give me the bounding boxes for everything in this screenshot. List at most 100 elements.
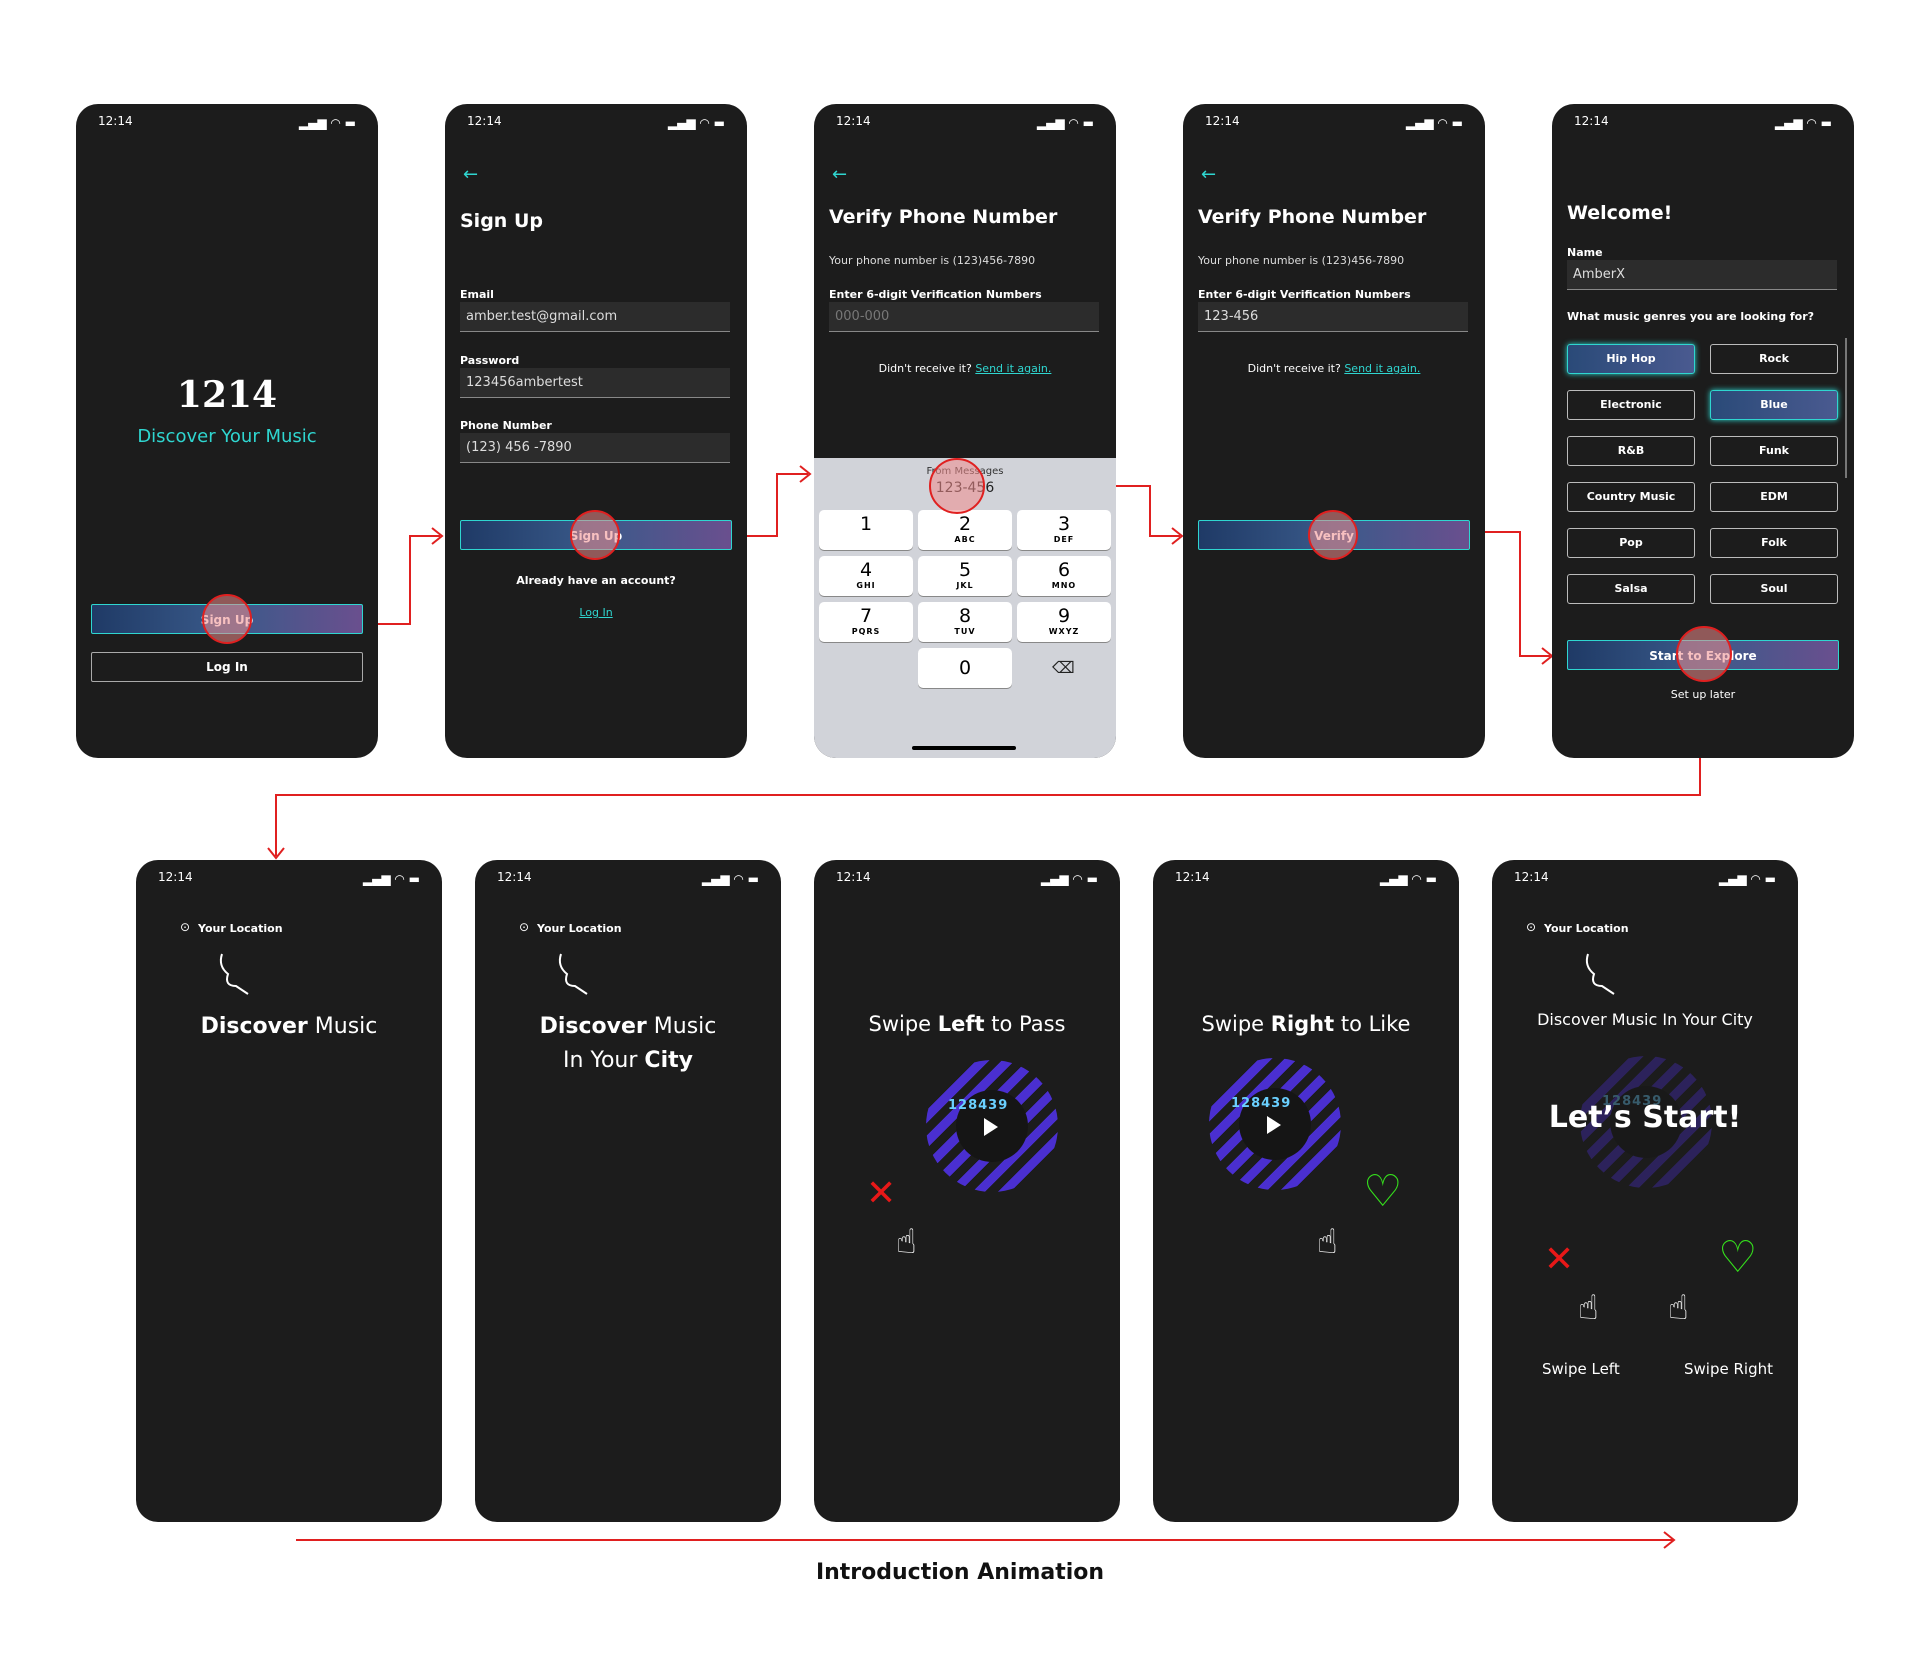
status-bar: 12:14 ▂▄▆ ◠ ▬ bbox=[1205, 114, 1463, 130]
genre-folk[interactable]: Folk bbox=[1710, 528, 1838, 558]
app-logo: 1214 bbox=[176, 374, 278, 416]
headline: Let’s Start! bbox=[1548, 1100, 1742, 1135]
genre-salsa[interactable]: Salsa bbox=[1567, 574, 1695, 604]
back-arrow-icon[interactable]: ← bbox=[832, 164, 847, 185]
headline-bold: Discover bbox=[200, 1014, 308, 1039]
signal-wifi-battery-icon: ▂▄▆ ◠ ▬ bbox=[298, 116, 356, 130]
location-label: Your Location bbox=[1544, 922, 1629, 935]
key-7[interactable]: 7 PQRS bbox=[819, 602, 913, 642]
location-line-icon bbox=[558, 953, 588, 995]
screen-verify-filled: 12:14 ▂▄▆ ◠ ▬ ← Verify Phone Number Your… bbox=[1183, 104, 1485, 758]
genre-blue[interactable]: Blue bbox=[1710, 390, 1838, 420]
have-account-text: Already have an account? bbox=[516, 574, 676, 587]
signal-wifi-battery-icon: ▂▄▆ ◠ ▬ bbox=[1774, 116, 1832, 130]
signal-wifi-battery-icon: ▂▄▆ ◠ ▬ bbox=[1036, 116, 1094, 130]
like-heart-icon: ♡ bbox=[1718, 1232, 1758, 1283]
phone-text: Your phone number is (123)456-7890 bbox=[829, 254, 1036, 267]
email-field[interactable]: amber.test@gmail.com bbox=[460, 302, 730, 332]
send-again-link[interactable]: Send it again. bbox=[1344, 362, 1420, 375]
location-label: Your Location bbox=[537, 922, 622, 935]
tap-indicator bbox=[1308, 510, 1358, 560]
status-bar: 12:14 ▂▄▆ ◠ ▬ bbox=[497, 870, 759, 886]
key-0[interactable]: 0 bbox=[918, 648, 1012, 688]
genre-funk[interactable]: Funk bbox=[1710, 436, 1838, 466]
headline-bold: Discover bbox=[539, 1014, 647, 1039]
headline-rest: Music bbox=[646, 1014, 717, 1039]
status-bar: 12:14 ▂▄▆ ◠ ▬ bbox=[836, 114, 1094, 130]
pass-x-icon: ✕ bbox=[866, 1173, 897, 1214]
location-pin-icon: ⊙ bbox=[180, 920, 191, 934]
page-title: Welcome! bbox=[1567, 202, 1673, 224]
phone-field[interactable]: (123) 456 -7890 bbox=[460, 433, 730, 463]
play-icon bbox=[1267, 1116, 1281, 1134]
didnt-receive-text: Didn't receive it? bbox=[878, 362, 972, 375]
phone-text: Your phone number is (123)456-7890 bbox=[1198, 254, 1405, 267]
signal-wifi-battery-icon: ▂▄▆ ◠ ▬ bbox=[1405, 116, 1463, 130]
genre-edm[interactable]: EDM bbox=[1710, 482, 1838, 512]
login-link[interactable]: Log In bbox=[579, 606, 612, 619]
password-field[interactable]: 123456ambertest bbox=[460, 368, 730, 398]
genre-country-music[interactable]: Country Music bbox=[1567, 482, 1695, 512]
location-label: Your Location bbox=[198, 922, 283, 935]
signal-wifi-battery-icon: ▂▄▆ ◠ ▬ bbox=[1379, 872, 1437, 886]
email-label: Email bbox=[460, 288, 494, 301]
key-2[interactable]: 2 ABC bbox=[918, 510, 1012, 550]
status-bar: 12:14 ▂▄▆ ◠ ▬ bbox=[1574, 114, 1832, 130]
key-9[interactable]: 9 WXYZ bbox=[1017, 602, 1111, 642]
back-arrow-icon[interactable]: ← bbox=[463, 164, 478, 185]
status-bar: 12:14 ▂▄▆ ◠ ▬ bbox=[158, 870, 420, 886]
screen-landing: 12:14 ▂▄▆ ◠ ▬ 1214 Discover Your Music S… bbox=[76, 104, 378, 758]
status-bar: 12:14 ▂▄▆ ◠ ▬ bbox=[98, 114, 356, 130]
key-1[interactable]: 1 bbox=[819, 510, 913, 550]
genre-hip-hop[interactable]: Hip Hop bbox=[1567, 344, 1695, 374]
genre-rnb[interactable]: R&B bbox=[1567, 436, 1695, 466]
login-button[interactable]: Log In bbox=[91, 652, 363, 682]
caption: Introduction Animation bbox=[815, 1560, 1105, 1585]
name-field[interactable]: AmberX bbox=[1567, 260, 1837, 290]
location-line-icon bbox=[219, 953, 249, 995]
code-field[interactable]: 123-456 bbox=[1198, 302, 1468, 332]
send-again-link[interactable]: Send it again. bbox=[975, 362, 1051, 375]
backspace-icon[interactable]: ⌫ bbox=[1052, 658, 1075, 677]
screen-welcome: 12:14 ▂▄▆ ◠ ▬ Welcome! Name AmberX What … bbox=[1552, 104, 1854, 758]
code-label: Enter 6-digit Verification Numbers bbox=[1198, 288, 1411, 301]
key-8[interactable]: 8 TUV bbox=[918, 602, 1012, 642]
page-title: Sign Up bbox=[460, 210, 543, 232]
screen-intro-1: 12:14 ▂▄▆ ◠ ▬ ⊙ Your Location Discover M… bbox=[136, 860, 442, 1522]
swipe-right-label: Swipe Right bbox=[1684, 1360, 1773, 1378]
setup-later-link[interactable]: Set up later bbox=[1552, 688, 1854, 701]
genre-soul[interactable]: Soul bbox=[1710, 574, 1838, 604]
disc-number: 128439 bbox=[1231, 1096, 1292, 1111]
key-3[interactable]: 3 DEF bbox=[1017, 510, 1111, 550]
swipe-hand-icon: ☝ bbox=[1317, 1222, 1338, 1262]
key-5[interactable]: 5 JKL bbox=[918, 556, 1012, 596]
code-field[interactable]: 000-000 bbox=[829, 302, 1099, 332]
signal-wifi-battery-icon: ▂▄▆ ◠ ▬ bbox=[667, 116, 725, 130]
genre-pop[interactable]: Pop bbox=[1567, 528, 1695, 558]
location-pin-icon: ⊙ bbox=[519, 920, 530, 934]
swipe-left-label: Swipe Left bbox=[1542, 1360, 1620, 1378]
signal-wifi-battery-icon: ▂▄▆ ◠ ▬ bbox=[701, 872, 759, 886]
headline-city: City bbox=[644, 1048, 693, 1073]
tap-indicator bbox=[570, 510, 620, 560]
genres-question: What music genres you are looking for? bbox=[1567, 310, 1815, 323]
status-bar: 12:14 ▂▄▆ ◠ ▬ bbox=[1514, 870, 1776, 886]
location-line-icon bbox=[1585, 953, 1615, 995]
page-title: Verify Phone Number bbox=[1198, 206, 1427, 228]
back-arrow-icon[interactable]: ← bbox=[1201, 164, 1216, 185]
key-4[interactable]: 4 GHI bbox=[819, 556, 913, 596]
scrollbar[interactable] bbox=[1845, 338, 1847, 478]
genre-electronic[interactable]: Electronic bbox=[1567, 390, 1695, 420]
code-label: Enter 6-digit Verification Numbers bbox=[829, 288, 1042, 301]
music-disc: 128439 bbox=[926, 1060, 1058, 1192]
swipe-hand-icon: ☝ bbox=[896, 1222, 917, 1262]
signal-wifi-battery-icon: ▂▄▆ ◠ ▬ bbox=[362, 872, 420, 886]
name-label: Name bbox=[1567, 246, 1603, 259]
like-heart-icon: ♡ bbox=[1363, 1166, 1403, 1217]
didnt-receive-text: Didn't receive it? bbox=[1247, 362, 1341, 375]
genre-rock[interactable]: Rock bbox=[1710, 344, 1838, 374]
key-6[interactable]: 6 MNO bbox=[1017, 556, 1111, 596]
swipe-left-hand-icon: ☝ bbox=[1578, 1288, 1599, 1328]
status-bar: 12:14 ▂▄▆ ◠ ▬ bbox=[1175, 870, 1437, 886]
status-bar: 12:14 ▂▄▆ ◠ ▬ bbox=[836, 870, 1098, 886]
